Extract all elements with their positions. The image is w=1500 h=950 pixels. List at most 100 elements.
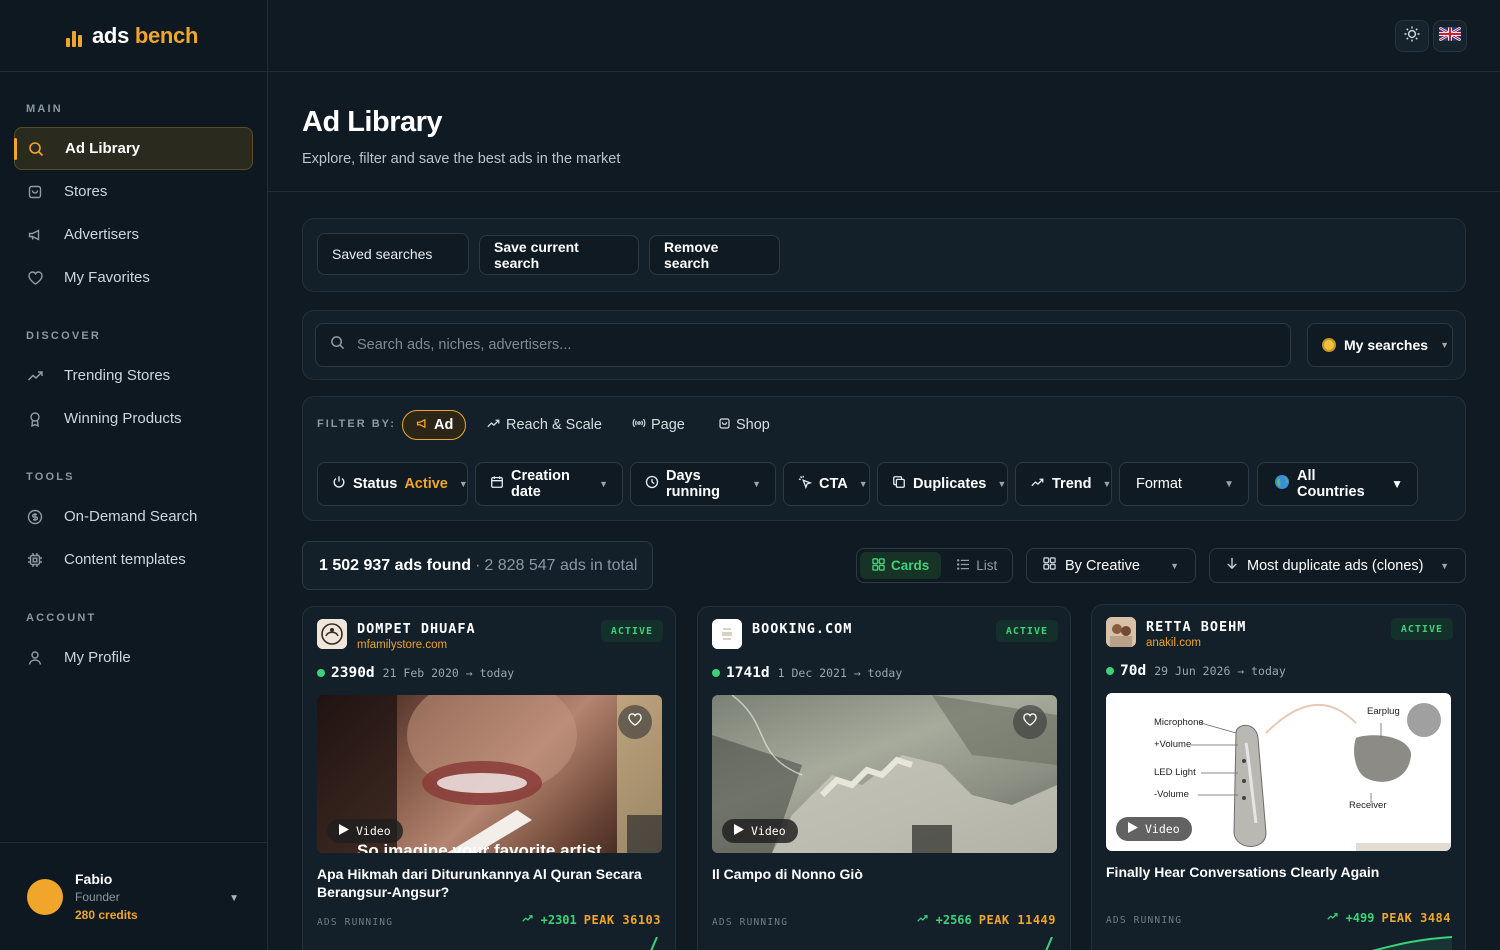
ads-running-label: ADS RUNNING <box>712 917 789 928</box>
app-name-part2: bench <box>134 22 199 48</box>
trend-filter[interactable]: Trend ▼ <box>1015 462 1112 506</box>
countries-label: All Countries <box>1297 468 1365 500</box>
theme-toggle-button[interactable] <box>1395 20 1429 52</box>
chevron-down-icon: ▼ <box>1170 560 1179 571</box>
view-cards-button[interactable]: Cards <box>860 552 942 579</box>
advertiser-domain[interactable]: mfamilystore.com <box>357 639 447 651</box>
uk-flag-icon <box>1438 25 1462 46</box>
chevron-down-icon: ▼ <box>1440 560 1449 571</box>
results-separator: · <box>475 556 481 574</box>
avatar <box>27 878 63 915</box>
cta-filter[interactable]: CTA ▼ <box>783 462 870 506</box>
chevron-down-icon: ▼ <box>1102 479 1112 489</box>
ad-card[interactable]: DOMPET DHUAFA mfamilystore.com ACTIVE 23… <box>302 606 676 950</box>
countries-filter[interactable]: All Countries ▼ <box>1257 462 1418 506</box>
sidebar-item-ad-library[interactable]: Ad Library <box>14 127 253 170</box>
language-button[interactable] <box>1433 20 1467 52</box>
tab-page[interactable]: Page <box>620 410 697 440</box>
search-panel: My searches ▼ <box>302 310 1466 380</box>
group-by-select[interactable]: By Creative ▼ <box>1026 548 1196 583</box>
advertiser-domain[interactable]: anakil.com <box>1146 637 1201 649</box>
search-field[interactable] <box>315 323 1291 367</box>
ad-thumbnail[interactable]: Video <box>712 695 1057 853</box>
sidebar-item-label: Trending Stores <box>64 367 171 384</box>
heart-icon <box>26 269 44 287</box>
search-input[interactable] <box>357 337 1257 353</box>
diagram-label: -Volume <box>1154 789 1189 800</box>
ads-total-count: 2 828 547 ads in total <box>484 556 638 574</box>
app-name: ads bench <box>92 23 198 49</box>
days-count: 2390d <box>331 665 375 681</box>
view-toggle: Cards List <box>856 548 1013 583</box>
ad-card[interactable]: BOOKING.COM ACTIVE 1741d 1 Dec 2021 → to… <box>697 606 1071 950</box>
chevron-down-icon: ▼ <box>1224 478 1234 490</box>
store-icon <box>26 183 44 201</box>
favorite-button[interactable] <box>1407 703 1441 737</box>
sidebar-item-my-favorites[interactable]: My Favorites <box>14 256 253 299</box>
sidebar-item-advertisers[interactable]: Advertisers <box>14 213 253 256</box>
sidebar-item-label: My Profile <box>64 649 131 666</box>
app-logo[interactable]: ads bench <box>0 0 267 72</box>
power-icon <box>332 475 346 493</box>
chevron-down-icon[interactable]: ▼ <box>229 893 239 904</box>
days-running-label: Days running <box>666 468 720 500</box>
format-filter[interactable]: Format ▼ <box>1119 462 1249 506</box>
favorite-button[interactable] <box>618 705 652 739</box>
ad-card[interactable]: RETTA BOEHM anakil.com ACTIVE 70d 29 Jun… <box>1091 604 1466 950</box>
favorite-button[interactable] <box>1013 705 1047 739</box>
media-type-badge: Video <box>722 819 798 843</box>
save-current-search-button[interactable]: Save current search <box>479 235 639 275</box>
advertiser-name[interactable]: DOMPET DHUAFA <box>357 621 476 637</box>
sort-by-select[interactable]: Most duplicate ads (clones) ▼ <box>1209 548 1466 583</box>
tab-reach-scale[interactable]: Reach & Scale <box>474 410 614 440</box>
active-dot-icon <box>317 669 325 677</box>
sidebar-item-stores[interactable]: Stores <box>14 170 253 213</box>
tab-ad[interactable]: Ad <box>402 410 467 440</box>
sidebar-item-winning-products[interactable]: Winning Products <box>14 397 253 440</box>
status-filter[interactable]: Status Active ▼ <box>317 462 468 506</box>
my-searches-label: My searches <box>1344 337 1429 353</box>
heart-icon <box>627 712 643 732</box>
duplicates-filter[interactable]: Duplicates ▼ <box>877 462 1008 506</box>
page-title: Ad Library <box>302 106 443 138</box>
tab-shop[interactable]: Shop <box>706 410 782 440</box>
megaphone-icon <box>26 226 44 244</box>
user-info: Fabio Founder 280 credits <box>75 871 138 922</box>
sidebar-item-my-profile[interactable]: My Profile <box>14 636 253 679</box>
ad-title[interactable]: Il Campo di Nonno Giò <box>712 865 1052 883</box>
chevron-down-icon: ▼ <box>1391 477 1403 491</box>
ad-title[interactable]: Apa Hikmah dari Diturunkannya Al Quran S… <box>317 865 657 901</box>
ads-running-label: ADS RUNNING <box>317 917 394 928</box>
view-list-button[interactable]: List <box>945 552 1009 579</box>
ad-title[interactable]: Finally Hear Conversations Clearly Again <box>1106 863 1446 881</box>
ads-delta: +499 <box>1345 911 1375 925</box>
media-type-label: Video <box>751 824 786 838</box>
days-running-filter[interactable]: Days running ▼ <box>630 462 776 506</box>
user-menu[interactable]: Fabio Founder 280 credits ▼ <box>0 842 267 950</box>
click-icon <box>798 475 813 493</box>
saved-searches-panel: Saved searches Save current search Remov… <box>302 218 1466 292</box>
chevron-down-icon: ▼ <box>752 479 761 489</box>
sidebar-item-on-demand-search[interactable]: On-Demand Search <box>14 495 253 538</box>
my-searches-dropdown[interactable]: My searches ▼ <box>1307 323 1453 367</box>
sidebar: ads bench MAIN Ad Library Stores Adverti… <box>0 0 268 950</box>
creation-date-filter[interactable]: Creation date ▼ <box>475 462 623 506</box>
sidebar-item-content-templates[interactable]: Content templates <box>14 538 253 581</box>
ad-thumbnail[interactable]: Video So imagine your favorite artist <box>317 695 662 853</box>
advertiser-name[interactable]: BOOKING.COM <box>752 621 852 637</box>
active-dot-icon <box>1106 667 1114 675</box>
duplicates-label: Duplicates <box>913 476 987 492</box>
ad-thumbnail[interactable]: Microphone +Volume LED Light -Volume Ear… <box>1106 693 1451 851</box>
copy-icon <box>892 475 906 493</box>
sidebar-item-trending-stores[interactable]: Trending Stores <box>14 354 253 397</box>
ads-delta: +2301 <box>540 913 577 927</box>
chevron-down-icon: ▼ <box>1440 340 1449 350</box>
advertiser-name[interactable]: RETTA BOEHM <box>1146 619 1246 635</box>
saved-searches-select[interactable]: Saved searches <box>317 233 469 275</box>
view-cards-label: Cards <box>891 558 930 573</box>
days-running: 2390d 21 Feb 2020 → today <box>317 665 514 681</box>
remove-search-button[interactable]: Remove search <box>649 235 780 275</box>
group-by-label: By Creative <box>1065 557 1140 574</box>
trending-icon <box>521 913 534 927</box>
award-icon <box>26 410 44 428</box>
